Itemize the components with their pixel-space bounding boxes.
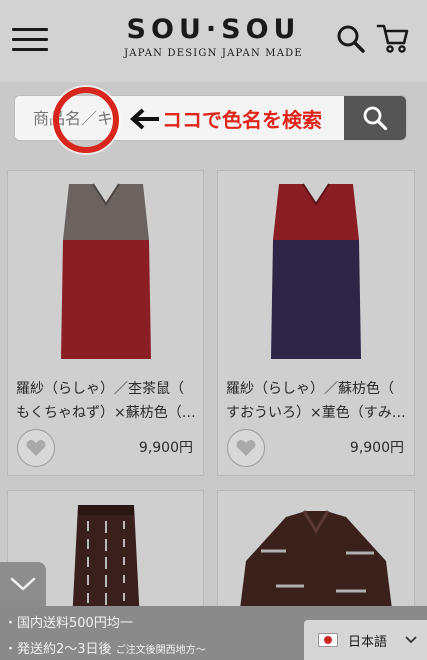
- shipping-note: ご注文後関西地方〜: [115, 645, 206, 656]
- product-card[interactable]: 羅紗（らしゃ）／蘇枋色（ すおういろ）×菫色（すみ… 9,900円: [217, 170, 415, 476]
- language-label: 日本語: [348, 634, 388, 650]
- product-name[interactable]: 羅紗（らしゃ）／蘇枋色（ すおういろ）×菫色（すみ…: [226, 377, 409, 425]
- favorite-button[interactable]: [227, 429, 265, 467]
- shipping-time-text: ・発送約2〜3日後 ご注文後関西地方〜: [4, 642, 206, 657]
- product-name[interactable]: 羅紗（らしゃ）／杢茶鼠（ もくちゃねず）×蘇枋色（…: [16, 377, 199, 425]
- annotation-text: ココで色名を検索: [162, 108, 322, 132]
- search-icon[interactable]: [336, 24, 366, 54]
- product-price: 9,900円: [349, 440, 404, 456]
- chevron-down-icon: [10, 577, 36, 591]
- header: SOU·SOU JAPAN DESIGN JAPAN MADE: [0, 0, 427, 82]
- collapse-toggle[interactable]: [0, 562, 46, 606]
- favorite-button[interactable]: [17, 429, 55, 467]
- product-image[interactable]: [218, 171, 414, 366]
- heart-icon: [26, 440, 46, 456]
- shipping-fee-text: ・国内送料500円均一: [4, 616, 133, 631]
- arrow-left-icon: [130, 108, 159, 130]
- language-selector[interactable]: 日本語: [304, 620, 427, 660]
- japan-flag-icon: [318, 633, 338, 647]
- search-icon: [363, 106, 388, 131]
- cart-icon[interactable]: [376, 22, 410, 54]
- annotation-circle: [53, 87, 119, 153]
- product-image[interactable]: [8, 171, 203, 366]
- search-button[interactable]: [344, 96, 406, 140]
- chevron-down-icon: [405, 636, 417, 644]
- product-card[interactable]: 羅紗（らしゃ）／杢茶鼠（ もくちゃねず）×蘇枋色（… 9,900円: [7, 170, 204, 476]
- heart-icon: [236, 440, 256, 456]
- product-price: 9,900円: [138, 440, 193, 456]
